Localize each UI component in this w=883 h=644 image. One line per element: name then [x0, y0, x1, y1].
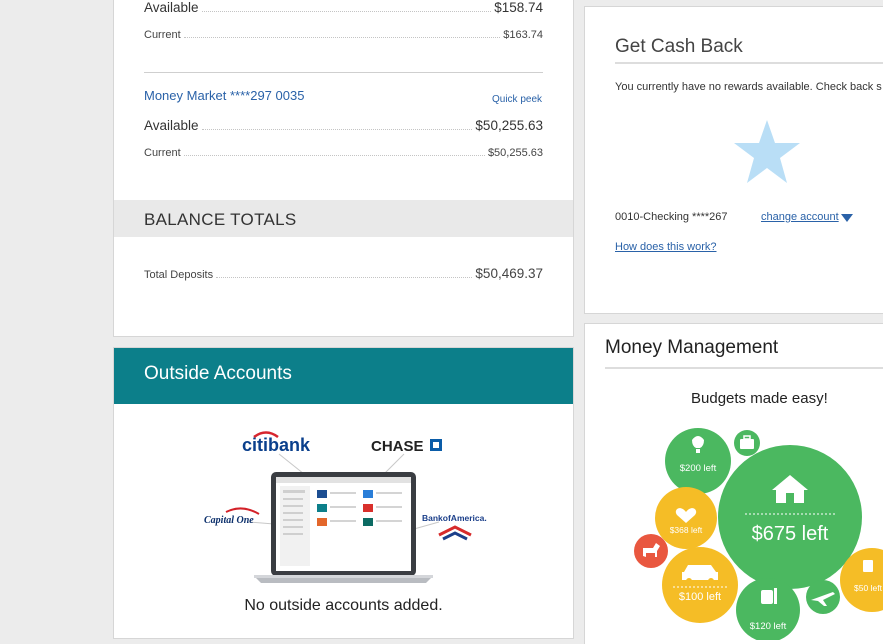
chevron-down-icon[interactable]	[841, 214, 853, 222]
total-deposits-value: $50,469.37	[475, 266, 543, 281]
current-value: $163.74	[503, 29, 543, 41]
svg-text:CHASE: CHASE	[371, 438, 424, 455]
current-label: Current	[144, 29, 181, 41]
budget-bubble-housing[interactable]: $675 left	[718, 445, 862, 589]
budget-bubble-auto[interactable]: $100 left	[662, 547, 738, 623]
how-does-this-work-link[interactable]: How does this work?	[615, 241, 717, 253]
outside-accounts-title: Outside Accounts	[144, 363, 292, 384]
mm-current-label: Current	[144, 147, 181, 159]
star-icon	[734, 120, 800, 183]
divider	[615, 62, 883, 64]
money-management-title: Money Management	[605, 337, 779, 358]
budget-bubble-work[interactable]	[734, 430, 760, 456]
svg-text:$50 left: $50 left	[854, 583, 883, 593]
budget-bubble-food[interactable]: $120 left	[736, 578, 800, 640]
mm-available-row: Available $50,255.63	[144, 118, 543, 133]
budgets-subtitle: Budgets made easy!	[691, 390, 828, 407]
budget-bubble-pets[interactable]	[634, 534, 668, 568]
svg-text:$100 left: $100 left	[679, 591, 721, 603]
svg-text:Capital One: Capital One	[204, 515, 254, 526]
current-row: Current $163.74	[144, 29, 543, 41]
quick-peek-link[interactable]: Quick peek	[492, 94, 542, 105]
divider	[605, 367, 883, 369]
outside-accounts-card: Outside Accounts citibank CHASE Capital …	[114, 348, 573, 638]
selected-account: 0010-Checking ****267	[615, 211, 728, 223]
mm-available-label: Available	[144, 118, 199, 133]
bank-of-america-logo: BankofAmerica.	[422, 513, 487, 541]
change-account-link[interactable]: change account	[761, 211, 839, 223]
mm-current-value: $50,255.63	[487, 147, 543, 159]
total-deposits-label: Total Deposits	[144, 269, 214, 281]
outside-accounts-header: Outside Accounts	[114, 348, 573, 404]
mm-available-value: $50,255.63	[475, 118, 543, 133]
budget-bubble-travel[interactable]	[806, 580, 840, 614]
svg-text:citibank: citibank	[242, 435, 311, 455]
balance-totals-header: BALANCE TOTALS	[114, 200, 573, 237]
budget-bubble-utilities[interactable]: $200 left	[665, 428, 731, 494]
budget-bubble-health[interactable]: $368 left	[655, 487, 717, 549]
total-deposits-row: Total Deposits $50,469.37	[144, 266, 543, 281]
citibank-logo: citibank	[242, 431, 311, 455]
svg-text:$675 left: $675 left	[752, 523, 829, 545]
laptop-graphic	[254, 472, 433, 583]
svg-text:$120 left: $120 left	[750, 621, 787, 632]
available-row: Available $158.74	[144, 0, 543, 15]
svg-text:BankofAmerica.: BankofAmerica.	[422, 513, 487, 523]
account-balances-card: Available $158.74 Current $163.74 Money …	[114, 0, 573, 336]
divider	[144, 72, 543, 73]
no-outside-accounts-message: No outside accounts added.	[244, 597, 443, 614]
svg-text:$200 left: $200 left	[680, 463, 717, 474]
capital-one-logo: Capital One	[204, 507, 260, 526]
budget-bubbles: $200 left $368 left $675 left $100 left …	[634, 428, 883, 640]
balance-totals-title: BALANCE TOTALS	[144, 210, 297, 229]
mm-current-row: Current $50,255.63	[144, 147, 543, 159]
money-management-card: Money Management Budgets made easy! $200…	[585, 324, 883, 644]
svg-text:$368 left: $368 left	[670, 525, 703, 535]
available-label: Available	[144, 0, 199, 15]
cash-back-card: Get Cash Back You currently have no rewa…	[585, 7, 883, 313]
money-market-account-link[interactable]: Money Market ****297 0035	[144, 88, 304, 103]
chase-logo: CHASE	[371, 438, 442, 455]
available-value: $158.74	[494, 0, 543, 15]
cash-back-title: Get Cash Back	[615, 36, 743, 57]
rewards-message: You currently have no rewards available.…	[615, 81, 882, 93]
